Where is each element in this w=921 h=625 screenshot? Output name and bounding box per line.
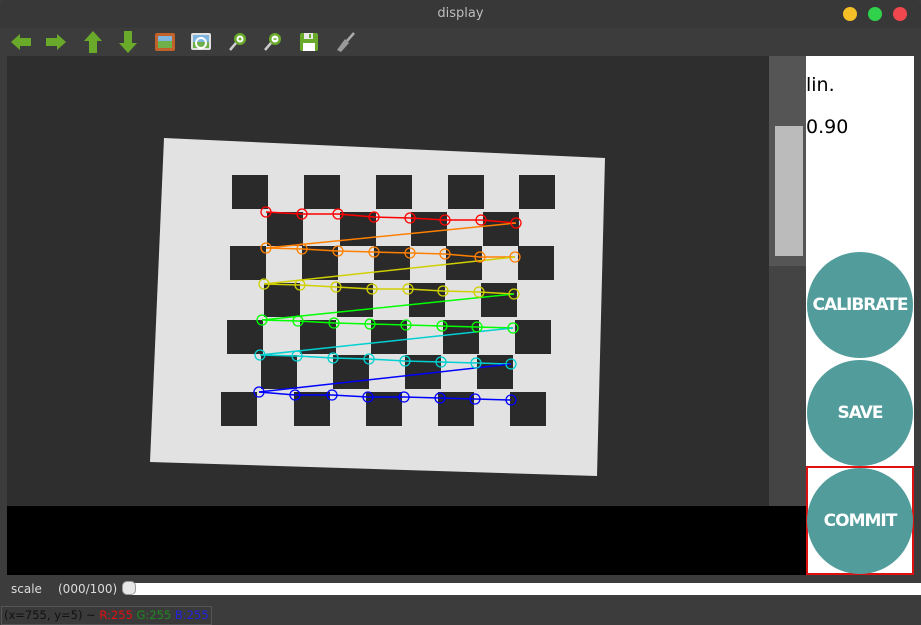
checker-square — [515, 320, 551, 354]
arrow-down-icon — [119, 31, 137, 53]
letterbox — [7, 506, 806, 575]
floppy-disk-icon — [300, 33, 318, 51]
cursor-coordinates: (x=755, y=5) ~ — [4, 608, 96, 622]
close-button[interactable] — [893, 7, 907, 21]
arrow-up-icon — [84, 31, 102, 53]
status-bar: (x=755, y=5) ~ R:255 G:255 B:255 — [1, 606, 212, 625]
pan-right-button[interactable] — [44, 30, 68, 54]
scale-slider-track[interactable] — [122, 583, 921, 595]
zoom-out-icon — [264, 33, 281, 51]
window-title: display — [437, 6, 484, 21]
pixel-red-value: R:255 — [99, 608, 133, 622]
checker-square — [227, 320, 263, 354]
checker-square — [304, 175, 340, 209]
checker-square — [519, 175, 555, 209]
checker-square — [481, 283, 517, 317]
checker-square — [261, 355, 297, 389]
checker-square — [448, 175, 484, 209]
camera-image — [7, 56, 806, 575]
checker-square — [230, 246, 266, 280]
pan-left-button[interactable] — [9, 30, 33, 54]
scale-value: (000/100) — [58, 582, 118, 596]
maximize-button[interactable] — [868, 7, 882, 21]
zoom-original-button[interactable] — [153, 30, 177, 54]
calibrate-button[interactable]: CALIBRATE — [807, 252, 913, 358]
checker-square — [232, 175, 268, 209]
scale-trackbar-row: scale (000/100) — [0, 578, 921, 602]
pan-up-button[interactable] — [81, 30, 105, 54]
checker-square — [221, 392, 257, 426]
toolbar — [0, 28, 921, 56]
checker-square — [443, 320, 479, 354]
pixel-green-value: G:255 — [136, 608, 172, 622]
checker-square — [438, 392, 474, 426]
commit-button[interactable]: COMMIT — [807, 468, 913, 574]
calibration-panel: lin. 0.90 CALIBRATE SAVE COMMIT — [806, 56, 914, 575]
scale-slider-handle[interactable] — [122, 581, 136, 595]
arrow-left-icon — [11, 34, 31, 50]
save-button[interactable]: SAVE — [807, 360, 913, 466]
minimize-button[interactable] — [843, 7, 857, 21]
checker-square — [483, 212, 519, 246]
properties-button[interactable] — [333, 30, 357, 54]
title-bar: display — [0, 0, 921, 28]
save-image-button[interactable] — [297, 30, 321, 54]
image-viewport[interactable] — [7, 56, 806, 575]
linearity-value: 0.90 — [806, 116, 849, 138]
scale-label: scale — [11, 582, 42, 596]
zoom-fit-button[interactable] — [189, 30, 213, 54]
linearity-label: lin. — [806, 74, 835, 96]
checker-square — [518, 246, 554, 280]
zoom-out-button[interactable] — [261, 30, 285, 54]
image-icon — [155, 33, 175, 51]
checker-square — [376, 175, 412, 209]
zoom-in-button[interactable] — [226, 30, 250, 54]
image-zoom-icon — [191, 33, 211, 50]
arrow-right-icon — [46, 34, 66, 50]
monitor-lower — [769, 266, 806, 506]
monitor-window — [775, 126, 803, 256]
zoom-in-icon — [229, 33, 246, 51]
checker-square — [264, 283, 300, 317]
pixel-blue-value: B:255 — [174, 608, 209, 622]
brush-icon — [337, 32, 355, 52]
pan-down-button[interactable] — [116, 30, 140, 54]
